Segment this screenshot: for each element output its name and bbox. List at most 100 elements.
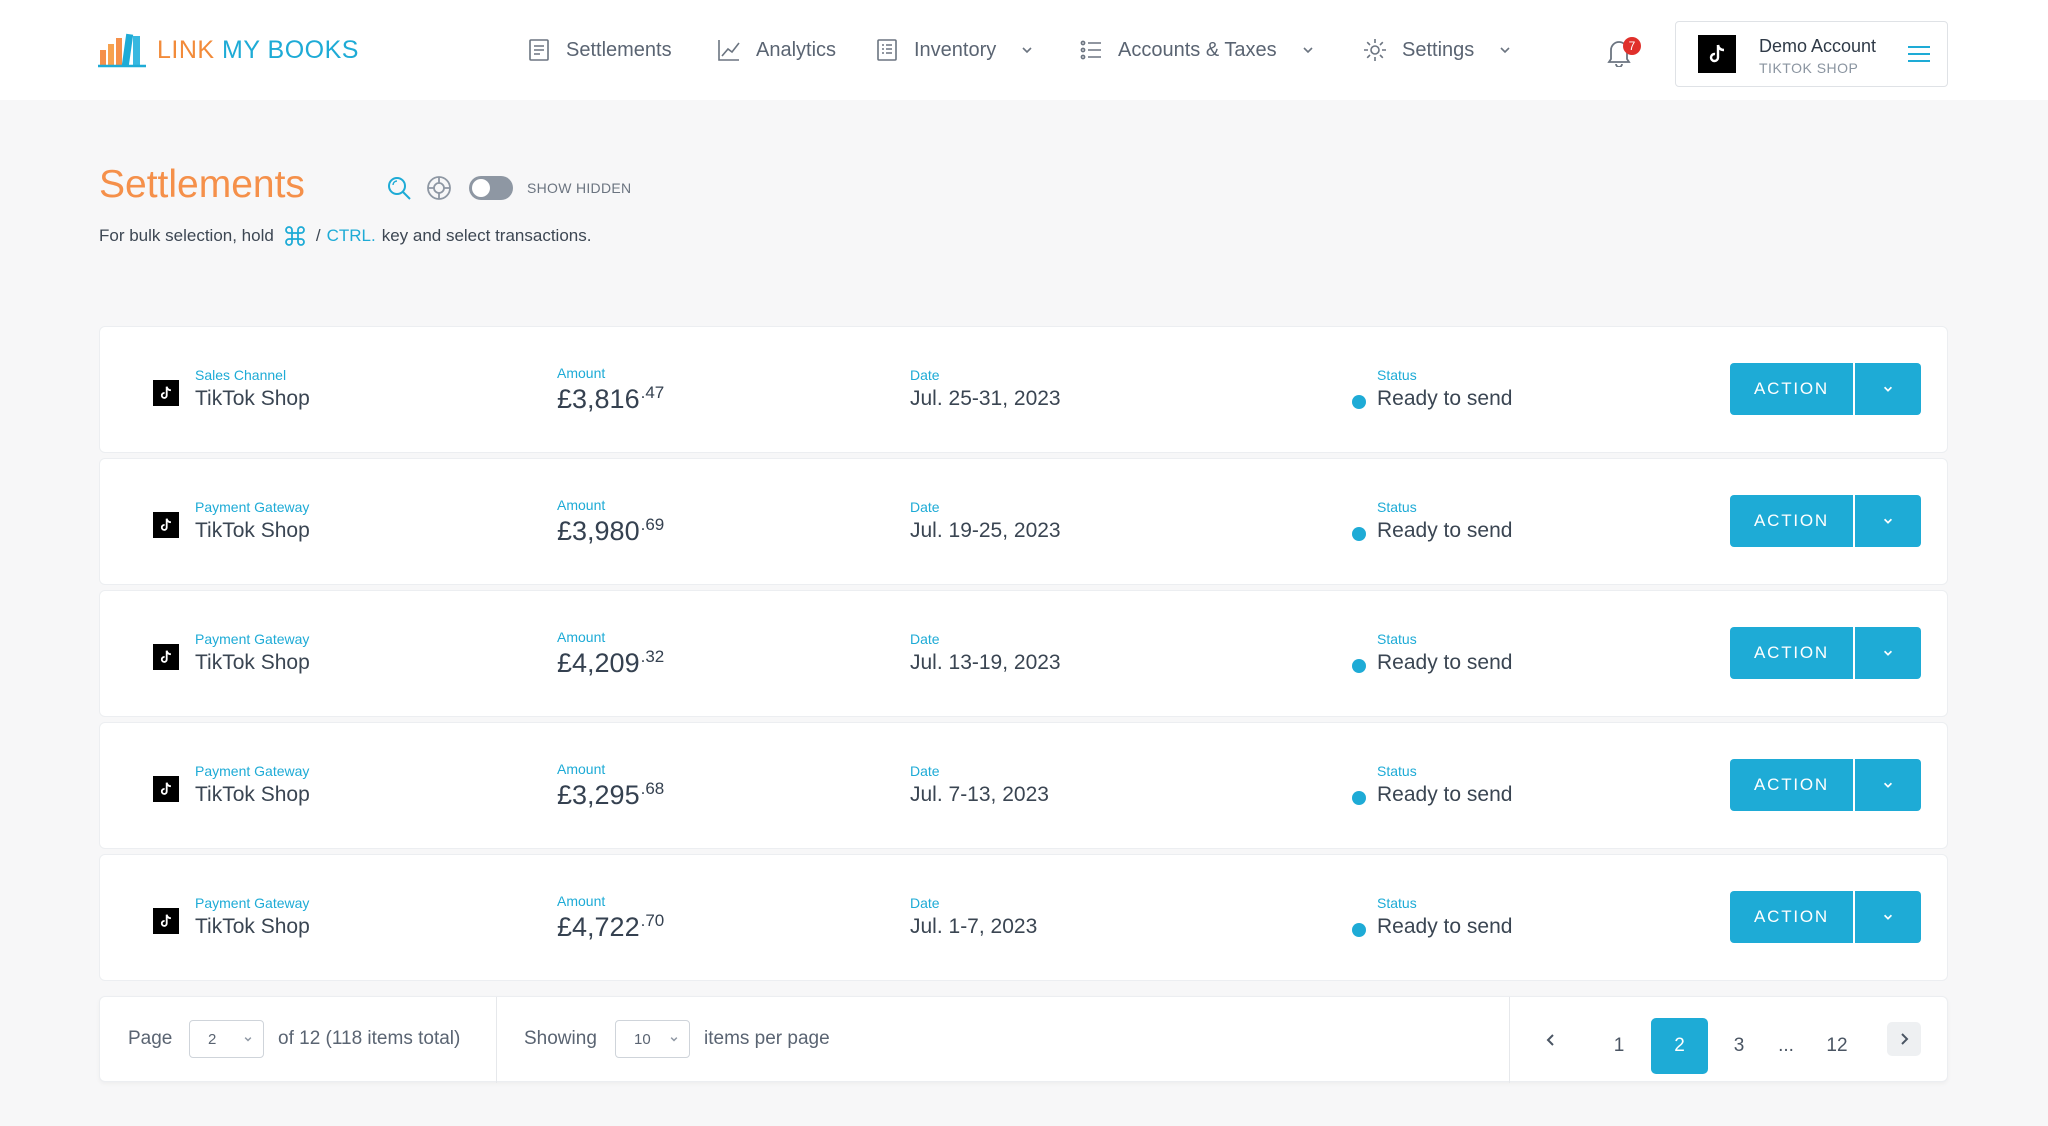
amount-label: Amount (557, 761, 606, 777)
list-icon (1078, 37, 1104, 63)
command-key-icon (283, 224, 307, 248)
settlement-row[interactable]: Payment Gateway TikTok Shop Amount £3,29… (99, 722, 1948, 849)
nav-settlements-label: Settlements (566, 38, 672, 61)
status-dot (1352, 923, 1366, 937)
action-dropdown-button[interactable] (1855, 759, 1921, 811)
brand-name: LINK MY BOOKS (157, 35, 359, 64)
tiktok-icon (153, 644, 179, 670)
status-dot (1352, 395, 1366, 409)
search-icon[interactable] (385, 174, 413, 202)
tiktok-icon (153, 512, 179, 538)
next-page-button[interactable] (1887, 1022, 1921, 1056)
chevron-down-icon (243, 1034, 253, 1044)
nav-settlements[interactable]: Settlements (526, 34, 672, 66)
settlement-row[interactable]: Sales Channel TikTok Shop Amount £3,816.… (99, 326, 1948, 453)
hint-ctrl-key: CTRL. (326, 226, 376, 245)
amount-label: Amount (557, 497, 606, 513)
page-label: Page (128, 1028, 173, 1049)
document-icon (526, 37, 552, 63)
status-label: Status (1377, 763, 1417, 779)
page-select[interactable]: 2 (189, 1020, 264, 1058)
date-value: Jul. 25-31, 2023 (910, 387, 1061, 410)
amount-value: £4,722.70 (557, 911, 665, 942)
page-link-current[interactable]: 2 (1651, 1018, 1708, 1074)
status-dot (1352, 659, 1366, 673)
settlement-row[interactable]: Payment Gateway TikTok Shop Amount £4,72… (99, 854, 1948, 981)
date-label: Date (910, 631, 940, 647)
chevron-right-icon (1901, 1033, 1909, 1045)
status-label: Status (1377, 367, 1417, 383)
chevron-down-icon (1301, 43, 1315, 57)
nav-analytics[interactable]: Analytics (716, 34, 836, 66)
page-link[interactable]: 12 (1817, 1018, 1857, 1074)
clipboard-list-icon (874, 37, 900, 63)
amount-value: £4,209.32 (557, 647, 665, 678)
page-link[interactable]: 3 (1719, 1018, 1759, 1074)
per-page-suffix: items per page (704, 1028, 830, 1049)
divider (1509, 997, 1510, 1083)
nav-analytics-label: Analytics (756, 38, 837, 61)
action-button[interactable]: ACTION (1730, 495, 1853, 547)
action-button[interactable]: ACTION (1730, 759, 1853, 811)
amount-label: Amount (557, 365, 606, 381)
previous-page-button[interactable] (1537, 1026, 1565, 1054)
action-dropdown-button[interactable] (1855, 363, 1921, 415)
account-platform: TIKTOK SHOP (1759, 60, 1859, 76)
date-label: Date (910, 895, 940, 911)
chevron-down-icon (1020, 43, 1034, 57)
settlement-row[interactable]: Payment Gateway TikTok Shop Amount £4,20… (99, 590, 1948, 717)
nav-inventory[interactable]: Inventory (874, 34, 1034, 66)
chevron-down-icon (1883, 386, 1893, 392)
per-page-select[interactable]: 10 (615, 1020, 690, 1058)
page-link[interactable]: 1 (1599, 1018, 1639, 1074)
chevron-down-icon (669, 1034, 679, 1044)
date-label: Date (910, 499, 940, 515)
action-dropdown-button[interactable] (1855, 891, 1921, 943)
action-button[interactable]: ACTION (1730, 627, 1853, 679)
page-total-text: of 12 (118 items total) (278, 1028, 461, 1049)
hint-text-start: For bulk selection, hold (99, 226, 274, 245)
page-ellipsis: ... (1778, 1035, 1794, 1056)
page-select-value: 2 (208, 1030, 217, 1048)
title-toolbar: SHOW HIDDEN (385, 174, 631, 202)
nav-accounts-taxes[interactable]: Accounts & Taxes (1078, 34, 1315, 66)
action-dropdown-button[interactable] (1855, 627, 1921, 679)
page-title: Settlements (99, 163, 305, 206)
channel-type-label: Payment Gateway (195, 895, 310, 911)
status-label: Status (1377, 895, 1417, 911)
divider (496, 997, 497, 1083)
nav-settings[interactable]: Settings (1362, 34, 1512, 66)
channel-type-label: Payment Gateway (195, 499, 310, 515)
status-dot (1352, 791, 1366, 805)
channel-type-label: Sales Channel (195, 367, 287, 383)
status-value: Ready to send (1377, 915, 1513, 938)
action-dropdown-button[interactable] (1855, 495, 1921, 547)
per-page-value: 10 (634, 1030, 651, 1048)
show-hidden-label: SHOW HIDDEN (527, 180, 632, 196)
tiktok-icon (153, 380, 179, 406)
date-value: Jul. 7-13, 2023 (910, 783, 1049, 806)
gear-icon (1362, 37, 1388, 63)
show-hidden-toggle[interactable] (469, 176, 513, 200)
chevron-left-icon (1546, 1034, 1554, 1046)
account-name: Demo Account (1759, 36, 1877, 56)
help-lifebuoy-icon[interactable] (425, 174, 453, 202)
amount-value: £3,980.69 (557, 515, 665, 546)
status-value: Ready to send (1377, 783, 1513, 806)
hamburger-menu-icon[interactable] (1907, 44, 1931, 64)
channel-name: TikTok Shop (195, 783, 310, 806)
account-switcher[interactable]: Demo Account TIKTOK SHOP (1675, 21, 1948, 87)
books-logo-icon (98, 33, 146, 68)
notification-badge: 7 (1623, 37, 1641, 55)
tiktok-icon (1698, 35, 1736, 73)
amount-label: Amount (557, 629, 606, 645)
channel-name: TikTok Shop (195, 651, 310, 674)
brand-logo[interactable]: LINK MY BOOKS (98, 30, 359, 70)
line-chart-icon (716, 37, 742, 63)
status-label: Status (1377, 631, 1417, 647)
date-value: Jul. 1-7, 2023 (910, 915, 1038, 938)
action-button[interactable]: ACTION (1730, 891, 1853, 943)
action-button[interactable]: ACTION (1730, 363, 1853, 415)
settlement-row[interactable]: Payment Gateway TikTok Shop Amount £3,98… (99, 458, 1948, 585)
amount-value: £3,295.68 (557, 779, 665, 810)
